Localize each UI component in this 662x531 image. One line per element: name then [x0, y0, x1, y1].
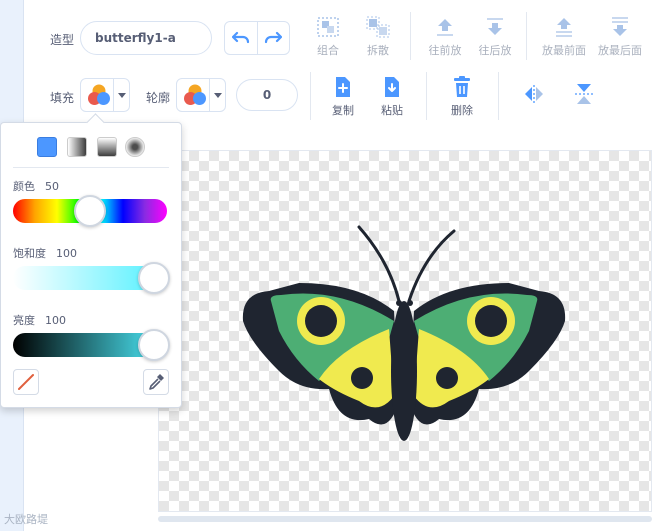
backward-icon: [487, 18, 503, 35]
paste-button[interactable]: 粘贴: [364, 76, 420, 118]
bring-to-front-icon: [556, 18, 572, 37]
fill-color-button[interactable]: [80, 78, 130, 112]
eyedropper-button[interactable]: [143, 369, 169, 395]
flip-vertical-button[interactable]: [556, 82, 612, 110]
color-slider-label: 颜色 50: [13, 178, 59, 194]
canvas-scrollbar[interactable]: [158, 516, 652, 522]
fill-dropdown-arrow-icon[interactable]: [113, 79, 129, 111]
brightness-label: 亮度: [13, 314, 35, 327]
forward-button[interactable]: 往前放: [417, 16, 473, 58]
undo-icon: [231, 31, 249, 44]
paste-icon: [385, 77, 399, 97]
delete-label: 删除: [451, 104, 473, 117]
saturation-label: 饱和度: [13, 247, 46, 260]
flip-horizontal-button[interactable]: [506, 84, 562, 108]
outline-dropdown-arrow-icon[interactable]: [209, 79, 225, 111]
ungroup-icon: [366, 16, 390, 38]
backward-button[interactable]: 往后放: [467, 16, 523, 58]
flip-vertical-icon: [575, 84, 593, 104]
outline-color-swatch-icon: [184, 84, 206, 105]
color-value: 50: [45, 180, 59, 193]
saturation-value: 100: [56, 247, 77, 260]
forward-icon: [437, 19, 453, 36]
watermark: 大欧路堤: [4, 513, 48, 526]
group-button[interactable]: 组合: [300, 16, 356, 58]
saturation-slider-label: 饱和度 100: [13, 245, 77, 261]
undo-button[interactable]: [225, 22, 257, 54]
butterfly-costume[interactable]: [239, 221, 569, 441]
popup-divider: [13, 167, 169, 168]
fill-mode-solid-button[interactable]: [37, 137, 57, 157]
brightness-slider-label: 亮度 100: [13, 312, 66, 328]
color-slider-knob[interactable]: [74, 195, 106, 227]
send-to-back-icon: [612, 17, 628, 36]
costume-label: 造型: [50, 33, 75, 47]
ungroup-button[interactable]: 拆散: [350, 16, 406, 58]
toolbar-divider: [410, 12, 411, 60]
color-label: 颜色: [13, 180, 35, 193]
redo-button[interactable]: [256, 22, 290, 54]
no-fill-icon: [18, 374, 34, 390]
no-fill-button[interactable]: [13, 369, 39, 395]
fill-label: 填充: [50, 91, 75, 105]
brightness-value: 100: [45, 314, 66, 327]
flip-horizontal-icon: [525, 85, 543, 103]
outline-color-button[interactable]: [176, 78, 226, 112]
toolbar-divider: [526, 12, 527, 60]
copy-button[interactable]: 复制: [315, 76, 371, 118]
outline-width-input[interactable]: 0: [236, 79, 298, 111]
send-to-back-label: 放最后面: [598, 44, 642, 57]
ungroup-label: 拆散: [367, 44, 389, 57]
group-label: 组合: [317, 44, 339, 57]
fill-color-swatch-icon: [88, 84, 110, 105]
send-to-back-button[interactable]: 放最后面: [592, 16, 648, 58]
toolbar-divider: [426, 72, 427, 120]
brightness-slider-knob[interactable]: [138, 329, 170, 361]
fill-mode-horizontal-gradient-button[interactable]: [67, 137, 87, 157]
group-icon: [317, 17, 339, 37]
toolbar-divider: [310, 72, 311, 120]
redo-icon: [265, 31, 283, 44]
eyedropper-icon: [149, 374, 164, 390]
copy-icon: [336, 77, 350, 97]
fill-mode-radial-gradient-button[interactable]: [125, 137, 145, 157]
costume-name-input[interactable]: butterfly1-a: [80, 21, 212, 55]
bring-to-front-label: 放最前面: [542, 44, 586, 57]
color-picker-popup: 颜色 50 饱和度 100 亮度 100: [0, 122, 182, 408]
trash-icon: [454, 76, 470, 97]
paste-label: 粘贴: [381, 104, 403, 117]
bring-to-front-button[interactable]: 放最前面: [536, 16, 592, 58]
toolbar-divider: [498, 72, 499, 120]
copy-label: 复制: [332, 104, 354, 117]
backward-label: 往后放: [478, 44, 512, 57]
fill-mode-vertical-gradient-button[interactable]: [97, 137, 117, 157]
saturation-slider-knob[interactable]: [138, 262, 170, 294]
forward-label: 往前放: [428, 44, 462, 57]
paint-canvas[interactable]: [158, 150, 652, 512]
delete-button[interactable]: 删除: [434, 76, 490, 118]
outline-label: 轮廓: [146, 91, 171, 105]
undo-redo-group: [224, 21, 290, 55]
